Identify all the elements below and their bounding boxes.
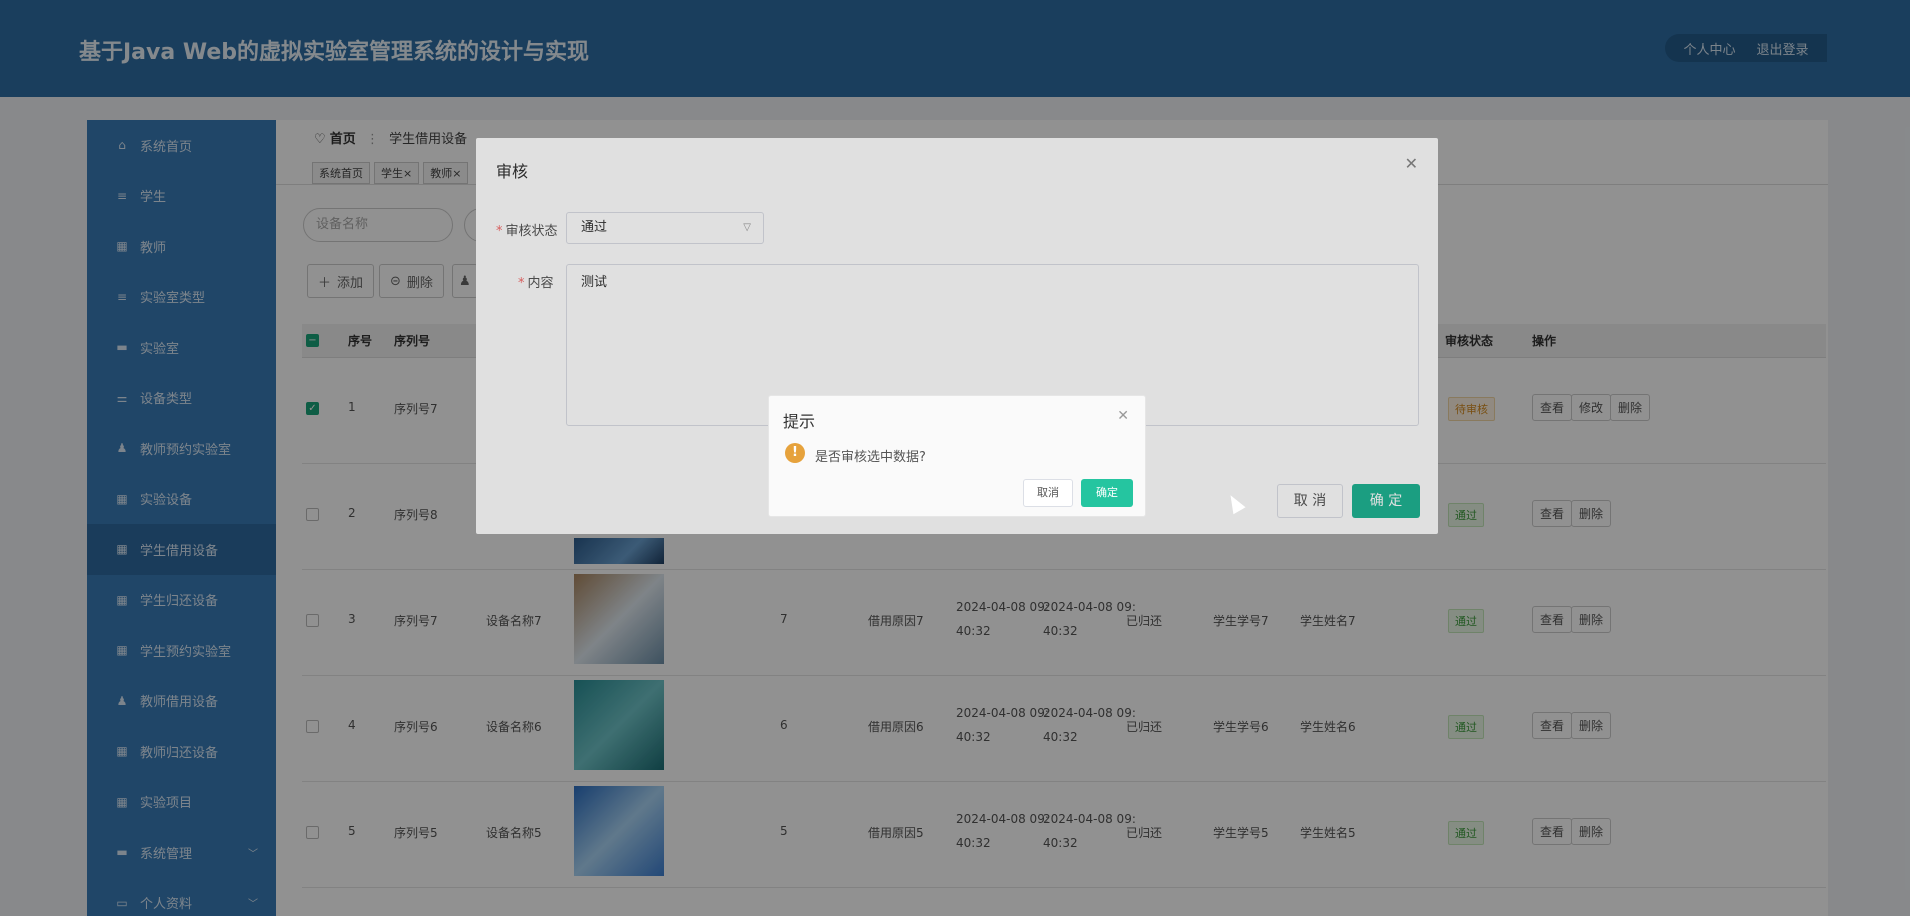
confirm-message: 是否审核选中数据?	[815, 450, 926, 465]
confirm-title: 提示	[783, 412, 816, 431]
confirm-cancel-button[interactable]: 取消	[1023, 479, 1073, 507]
confirm-message-box: 提示 ✕ ! 是否审核选中数据? 取消 确定	[768, 395, 1146, 517]
close-icon[interactable]: ✕	[1117, 408, 1129, 424]
warning-icon: !	[785, 443, 805, 463]
confirm-ok-button[interactable]: 确定	[1081, 479, 1133, 507]
